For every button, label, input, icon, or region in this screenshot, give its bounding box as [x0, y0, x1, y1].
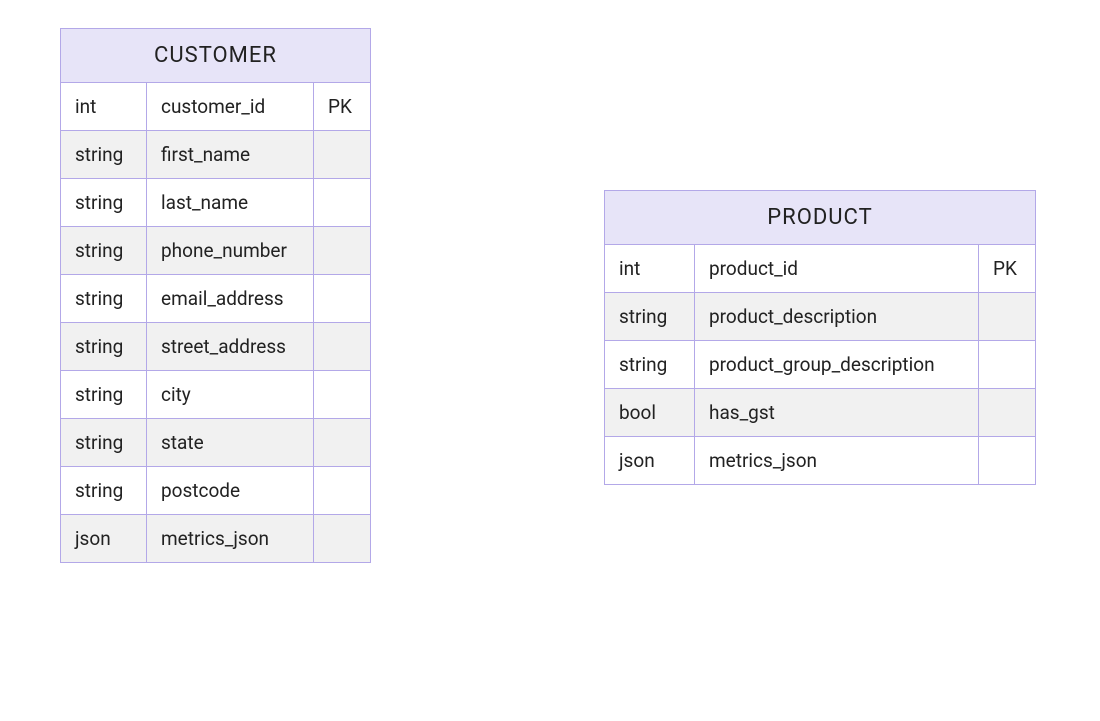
attr-type: int — [61, 83, 147, 130]
attr-type: string — [61, 323, 147, 370]
attr-type: string — [61, 275, 147, 322]
table-row: json metrics_json — [61, 515, 370, 562]
attr-type: string — [61, 131, 147, 178]
attr-type: string — [61, 371, 147, 418]
attr-name: product_description — [695, 293, 979, 340]
attr-key — [314, 419, 370, 466]
attr-key — [314, 275, 370, 322]
attr-key — [314, 179, 370, 226]
attr-name: has_gst — [695, 389, 979, 436]
attr-key — [979, 437, 1035, 484]
attr-name: state — [147, 419, 314, 466]
attr-type: string — [605, 293, 695, 340]
attr-key: PK — [979, 245, 1035, 292]
attr-type: json — [61, 515, 147, 562]
table-row: string state — [61, 419, 370, 467]
table-row: string first_name — [61, 131, 370, 179]
attr-key — [314, 515, 370, 562]
attr-type: string — [61, 227, 147, 274]
attr-name: product_group_description — [695, 341, 979, 388]
attr-type: string — [61, 419, 147, 466]
table-row: json metrics_json — [605, 437, 1035, 484]
attr-name: first_name — [147, 131, 314, 178]
attr-key — [314, 131, 370, 178]
table-row: string city — [61, 371, 370, 419]
attr-key — [314, 371, 370, 418]
entity-product-header: PRODUCT — [605, 191, 1035, 245]
attr-name: metrics_json — [695, 437, 979, 484]
attr-name: phone_number — [147, 227, 314, 274]
attr-key — [979, 389, 1035, 436]
table-row: string street_address — [61, 323, 370, 371]
attr-name: customer_id — [147, 83, 314, 130]
entity-product: PRODUCT int product_id PK string product… — [604, 190, 1036, 485]
attr-name: postcode — [147, 467, 314, 514]
attr-key — [979, 293, 1035, 340]
attr-key — [979, 341, 1035, 388]
attr-type: string — [605, 341, 695, 388]
table-row: bool has_gst — [605, 389, 1035, 437]
attr-key — [314, 467, 370, 514]
table-row: int customer_id PK — [61, 83, 370, 131]
attr-key — [314, 227, 370, 274]
entity-customer-header: CUSTOMER — [61, 29, 370, 83]
attr-type: bool — [605, 389, 695, 436]
table-row: string last_name — [61, 179, 370, 227]
attr-key — [314, 323, 370, 370]
attr-name: metrics_json — [147, 515, 314, 562]
attr-type: string — [61, 179, 147, 226]
attr-type: json — [605, 437, 695, 484]
attr-name: product_id — [695, 245, 979, 292]
attr-type: string — [61, 467, 147, 514]
table-row: string product_description — [605, 293, 1035, 341]
table-row: string product_group_description — [605, 341, 1035, 389]
attr-key: PK — [314, 83, 370, 130]
attr-name: email_address — [147, 275, 314, 322]
table-row: string postcode — [61, 467, 370, 515]
table-row: string phone_number — [61, 227, 370, 275]
attr-name: last_name — [147, 179, 314, 226]
attr-name: street_address — [147, 323, 314, 370]
table-row: int product_id PK — [605, 245, 1035, 293]
attr-type: int — [605, 245, 695, 292]
attr-name: city — [147, 371, 314, 418]
entity-customer: CUSTOMER int customer_id PK string first… — [60, 28, 371, 563]
table-row: string email_address — [61, 275, 370, 323]
